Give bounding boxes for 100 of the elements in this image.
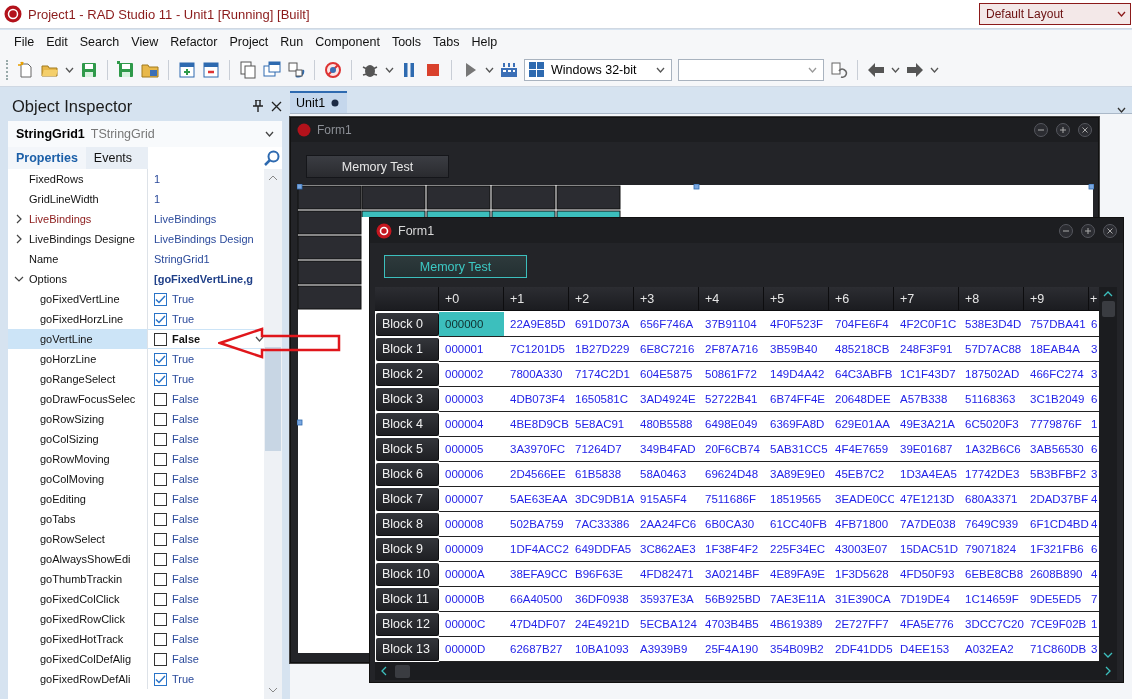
- search-field[interactable]: [148, 147, 282, 169]
- property-name[interactable]: goFixedColClick: [8, 589, 148, 609]
- table-cell[interactable]: 4DB073F4: [504, 387, 569, 412]
- table-cell[interactable]: 629E01AA: [829, 412, 894, 437]
- property-name[interactable]: goRowSizing: [8, 409, 148, 429]
- table-cell[interactable]: 000002: [439, 362, 504, 387]
- maximize-icon[interactable]: [1056, 123, 1070, 137]
- minimize-icon[interactable]: [1034, 123, 1048, 137]
- property-value[interactable]: True: [148, 309, 264, 329]
- table-cell[interactable]: 31E390CA: [829, 587, 894, 612]
- table-cell[interactable]: 22A9E85D: [504, 312, 569, 337]
- table-cell[interactable]: 1B27D229: [569, 337, 634, 362]
- table-cell[interactable]: 2F87A716: [699, 337, 764, 362]
- prohibited-icon[interactable]: [324, 61, 342, 79]
- table-cell[interactable]: 17742DE3: [959, 462, 1024, 487]
- table-cell[interactable]: 9DE5ED5: [1024, 587, 1089, 612]
- caret-icon[interactable]: [385, 67, 394, 73]
- checkbox[interactable]: [154, 672, 167, 686]
- table-cell[interactable]: 480B5588: [634, 412, 699, 437]
- table-cell[interactable]: 3C1B2049: [1024, 387, 1089, 412]
- table-cell[interactable]: 4FD82471: [634, 562, 699, 587]
- table-cell[interactable]: 3C862AE3: [634, 537, 699, 562]
- table-cell[interactable]: 24E4921D: [569, 612, 634, 637]
- table-cell[interactable]: 000000: [439, 312, 504, 337]
- table-cell[interactable]: 7511686F: [699, 487, 764, 512]
- table-cell[interactable]: 1C1F43D7: [894, 362, 959, 387]
- property-value[interactable]: False: [148, 449, 264, 469]
- platform-dropdown[interactable]: Windows 32-bit: [524, 59, 672, 81]
- checkbox[interactable]: [154, 352, 167, 366]
- table-cell[interactable]: 000003: [439, 387, 504, 412]
- table-cell[interactable]: 66A40500: [504, 587, 569, 612]
- property-name[interactable]: goFixedRowClick: [8, 609, 148, 629]
- checkbox[interactable]: [154, 592, 167, 606]
- table-cell[interactable]: 20648DEE: [829, 387, 894, 412]
- table-cell[interactable]: 35937E3A: [634, 587, 699, 612]
- property-value[interactable]: False: [148, 389, 264, 409]
- table-cell[interactable]: 4FB71800: [829, 512, 894, 537]
- table-cell[interactable]: 248F3F91: [894, 337, 959, 362]
- memory-test-button[interactable]: Memory Test: [384, 255, 527, 278]
- table-cell[interactable]: 000001: [439, 337, 504, 362]
- property-value[interactable]: LiveBindings: [148, 209, 264, 229]
- table-cell[interactable]: 6B74FF4E: [764, 387, 829, 412]
- checkbox[interactable]: [154, 372, 167, 386]
- back-arrow-icon[interactable]: [867, 61, 885, 79]
- property-name[interactable]: goVertLine: [8, 329, 148, 349]
- table-cell[interactable]: 1A32B6C6: [959, 437, 1024, 462]
- pin-icon[interactable]: [253, 100, 263, 112]
- property-name[interactable]: goFixedVertLine: [8, 289, 148, 309]
- checkbox[interactable]: [154, 572, 167, 586]
- save-icon[interactable]: [80, 61, 98, 79]
- table-cell[interactable]: 5AE63EAA: [504, 487, 569, 512]
- table-cell[interactable]: 00000A: [439, 562, 504, 587]
- table-cell[interactable]: 704FE6F4: [829, 312, 894, 337]
- table-cell[interactable]: 4F0F523F: [764, 312, 829, 337]
- property-name[interactable]: goRowSelect: [8, 529, 148, 549]
- table-cell[interactable]: 36DF0938: [569, 587, 634, 612]
- property-name[interactable]: goTabs: [8, 509, 148, 529]
- table-cell[interactable]: 000004: [439, 412, 504, 437]
- property-value[interactable]: False: [148, 549, 264, 569]
- table-cell[interactable]: 3AB56530: [1024, 437, 1089, 462]
- property-name[interactable]: goRangeSelect: [8, 369, 148, 389]
- menu-item[interactable]: File: [8, 35, 41, 49]
- table-cell[interactable]: 656F746A: [634, 312, 699, 337]
- scroll-down-icon[interactable]: [1103, 652, 1113, 658]
- string-grid-drawing[interactable]: [297, 184, 1094, 217]
- caret-icon[interactable]: [65, 67, 74, 73]
- property-value[interactable]: False: [148, 329, 264, 349]
- table-cell[interactable]: 47D4DF07: [504, 612, 569, 637]
- table-cell[interactable]: 187502AD: [959, 362, 1024, 387]
- property-name[interactable]: goFixedColDefAlig: [8, 649, 148, 669]
- property-value[interactable]: False: [148, 649, 264, 669]
- table-cell[interactable]: 604E5875: [634, 362, 699, 387]
- tab[interactable]: Events: [85, 147, 141, 169]
- table-cell[interactable]: 51168363: [959, 387, 1024, 412]
- scroll-up-icon[interactable]: [1103, 291, 1113, 297]
- checkbox[interactable]: [154, 312, 167, 326]
- table-cell[interactable]: 3B59B40: [764, 337, 829, 362]
- checkbox[interactable]: [154, 292, 167, 306]
- table-cell[interactable]: 79071824: [959, 537, 1024, 562]
- table-cell[interactable]: 225F34EC: [764, 537, 829, 562]
- caret-icon[interactable]: [485, 67, 494, 73]
- scrollbar[interactable]: [264, 169, 282, 699]
- checkbox[interactable]: [154, 392, 167, 406]
- table-cell[interactable]: 2D4566EE: [504, 462, 569, 487]
- table-cell[interactable]: 5E8AC91: [569, 412, 634, 437]
- table-cell[interactable]: 538E3D4D: [959, 312, 1024, 337]
- property-name[interactable]: goAlwaysShowEdi: [8, 549, 148, 569]
- table-cell[interactable]: 1F38F4F2: [699, 537, 764, 562]
- menu-item[interactable]: Tabs: [427, 35, 466, 49]
- copy-icon[interactable]: [239, 61, 257, 79]
- property-name[interactable]: LiveBindings: [8, 209, 148, 229]
- tab[interactable]: Unit1: [290, 91, 348, 113]
- minimize-icon[interactable]: [1059, 223, 1073, 238]
- table-cell[interactable]: 7CE9F02B: [1024, 612, 1089, 637]
- property-value[interactable]: False: [148, 469, 264, 489]
- table-cell[interactable]: 649DDFA5: [569, 537, 634, 562]
- table-cell[interactable]: 69624D48: [699, 462, 764, 487]
- table-cell[interactable]: 7AE3E11A: [764, 587, 829, 612]
- property-name[interactable]: Name: [8, 249, 148, 269]
- table-cell[interactable]: 61B5838: [569, 462, 634, 487]
